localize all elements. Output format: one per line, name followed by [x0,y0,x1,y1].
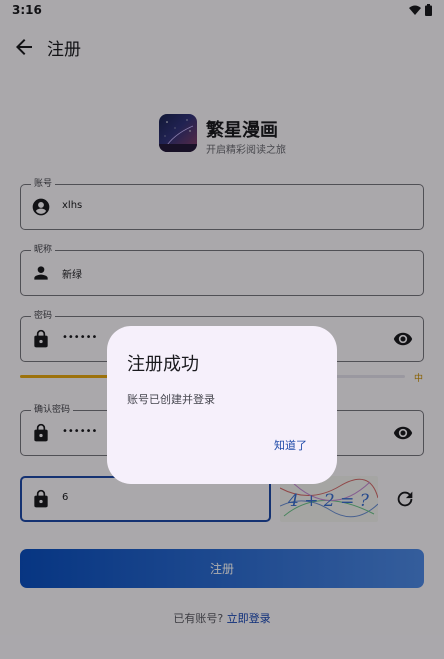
dialog-message: 账号已创建并登录 [127,393,215,406]
success-dialog: 注册成功 账号已创建并登录 知道了 [107,326,337,484]
dialog-title: 注册成功 [127,354,199,375]
dialog-confirm-button[interactable]: 知道了 [274,437,307,453]
